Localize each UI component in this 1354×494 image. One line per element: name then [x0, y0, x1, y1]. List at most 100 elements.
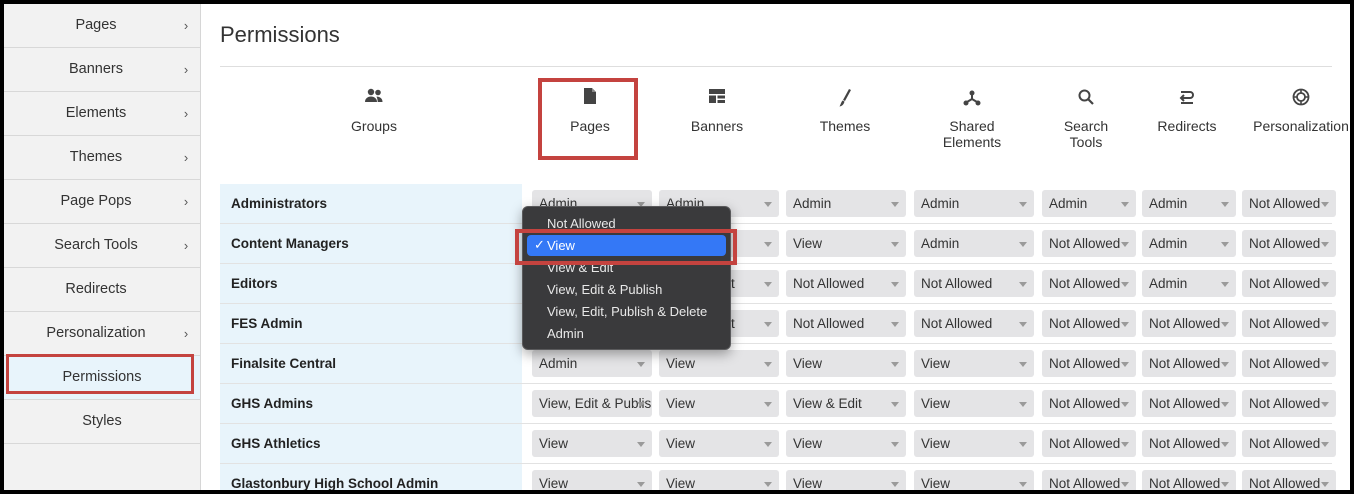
group-name: GHS Admins	[220, 384, 522, 423]
permission-select-themes[interactable]: View	[786, 470, 906, 490]
permission-select-personalization[interactable]: Not Allowed	[1242, 470, 1336, 490]
permission-select-search-tools[interactable]: Not Allowed	[1042, 310, 1136, 337]
permission-select-search-tools[interactable]: Not Allowed	[1042, 390, 1136, 417]
banner-icon	[672, 88, 762, 112]
sidebar-item-styles[interactable]: Styles	[4, 400, 200, 444]
select-value: View	[921, 436, 951, 451]
chevron-down-icon	[1221, 322, 1229, 327]
permission-select-personalization[interactable]: Not Allowed	[1242, 430, 1336, 457]
permission-select-banners[interactable]: View	[659, 470, 779, 490]
sidebar-item-label: Search Tools	[54, 237, 138, 253]
dropdown-option-view-edit-publish[interactable]: View, Edit & Publish	[547, 282, 662, 297]
chevron-down-icon	[1221, 482, 1229, 487]
column-label: Shared	[949, 118, 995, 134]
permission-select-themes[interactable]: Not Allowed	[786, 310, 906, 337]
chevron-down-icon	[1121, 322, 1129, 327]
chevron-down-icon	[1121, 442, 1129, 447]
permission-select-personalization[interactable]: Not Allowed	[1242, 270, 1336, 297]
chevron-down-icon	[1221, 362, 1229, 367]
permission-select-redirects[interactable]: Not Allowed	[1142, 310, 1236, 337]
permission-select-themes[interactable]: Not Allowed	[786, 270, 906, 297]
permission-select-shared-elements[interactable]: Admin	[914, 230, 1034, 257]
permission-select-shared-elements[interactable]: View	[914, 430, 1034, 457]
sidebar-item-search-tools[interactable]: Search Tools ›	[4, 224, 200, 268]
table-row: FES AdminView & EditView & EditNot Allow…	[220, 304, 1336, 344]
permission-select-banners[interactable]: View	[659, 390, 779, 417]
permission-select-personalization[interactable]: Not Allowed	[1242, 190, 1336, 217]
sidebar-item-label: Page Pops	[60, 193, 132, 209]
permission-select-redirects[interactable]: Not Allowed	[1142, 350, 1236, 377]
dropdown-option-admin[interactable]: Admin	[547, 326, 584, 341]
page-title: Permissions	[220, 22, 340, 47]
permission-select-pages[interactable]: Admin	[532, 350, 652, 377]
search-icon	[1041, 88, 1131, 112]
permission-select-shared-elements[interactable]: View	[914, 350, 1034, 377]
permission-select-search-tools[interactable]: Not Allowed	[1042, 230, 1136, 257]
sidebar-item-themes[interactable]: Themes ›	[4, 136, 200, 180]
chevron-down-icon	[1019, 362, 1027, 367]
chevron-down-icon	[1019, 402, 1027, 407]
permission-select-shared-elements[interactable]: Not Allowed	[914, 310, 1034, 337]
sidebar-item-label: Banners	[68, 61, 123, 77]
permission-select-shared-elements[interactable]: Admin	[914, 190, 1034, 217]
permission-select-themes[interactable]: View & Edit	[786, 390, 906, 417]
table-row: GHS Admins View, Edit & Publish View View &…	[220, 384, 1336, 424]
groups-icon	[324, 88, 424, 112]
permission-select-redirects[interactable]: Admin	[1142, 190, 1236, 217]
permission-select-banners[interactable]: View	[659, 430, 779, 457]
personalization-icon	[1246, 88, 1350, 112]
permission-select-themes[interactable]: Admin	[786, 190, 906, 217]
select-value: Admin	[793, 196, 832, 211]
chevron-down-icon	[891, 402, 899, 407]
permission-select-search-tools[interactable]: Not Allowed	[1042, 350, 1136, 377]
chevron-down-icon	[764, 402, 772, 407]
chevron-right-icon: ›	[183, 106, 189, 121]
permission-select-pages[interactable]: View, Edit & Publish	[532, 390, 652, 417]
permission-select-pages[interactable]: View	[532, 470, 652, 490]
permission-select-shared-elements[interactable]: Not Allowed	[914, 270, 1034, 297]
permission-select-search-tools[interactable]: Admin	[1042, 190, 1136, 217]
permission-select-search-tools[interactable]: Not Allowed	[1042, 470, 1136, 490]
permission-select-redirects[interactable]: Admin	[1142, 270, 1236, 297]
column-header-search-tools: Search Tools	[1041, 88, 1131, 150]
chevron-down-icon	[1121, 402, 1129, 407]
sidebar-item-label: Pages	[75, 17, 117, 33]
sidebar-item-banners[interactable]: Banners ›	[4, 48, 200, 92]
column-label: Search	[1063, 118, 1109, 134]
permission-select-pages[interactable]: View	[532, 430, 652, 457]
permission-select-shared-elements[interactable]: View	[914, 390, 1034, 417]
chevron-down-icon	[891, 482, 899, 487]
chevron-right-icon: ›	[183, 238, 189, 253]
permission-select-personalization[interactable]: Not Allowed	[1242, 310, 1336, 337]
sidebar-item-page-pops[interactable]: Page Pops ›	[4, 180, 200, 224]
chevron-down-icon	[764, 282, 772, 287]
select-value: Not Allowed	[921, 276, 993, 291]
permission-select-search-tools[interactable]: Not Allowed	[1042, 430, 1136, 457]
sidebar-item-personalization[interactable]: Personalization ›	[4, 312, 200, 356]
permission-select-personalization[interactable]: Not Allowed	[1242, 390, 1336, 417]
chevron-down-icon	[891, 282, 899, 287]
permission-select-themes[interactable]: View	[786, 350, 906, 377]
permission-select-themes[interactable]: View	[786, 230, 906, 257]
permission-select-banners[interactable]: View	[659, 350, 779, 377]
permission-select-search-tools[interactable]: Not Allowed	[1042, 270, 1136, 297]
chevron-down-icon	[1121, 482, 1129, 487]
group-name: Glastonbury High School Admin	[220, 464, 522, 490]
permission-select-personalization[interactable]: Not Allowed	[1242, 230, 1336, 257]
dropdown-option-view-edit-publish-delete[interactable]: View, Edit, Publish & Delete	[547, 304, 707, 319]
sidebar-item-redirects[interactable]: Redirects	[4, 268, 200, 312]
permission-select-shared-elements[interactable]: View	[914, 470, 1034, 490]
permission-select-personalization[interactable]: Not Allowed	[1242, 350, 1336, 377]
permission-select-redirects[interactable]: Admin	[1142, 230, 1236, 257]
permission-select-redirects[interactable]: Not Allowed	[1142, 430, 1236, 457]
sidebar-item-elements[interactable]: Elements ›	[4, 92, 200, 136]
permission-select-redirects[interactable]: Not Allowed	[1142, 470, 1236, 490]
redirect-icon	[1142, 88, 1232, 112]
group-name: GHS Athletics	[220, 424, 522, 463]
select-value: View	[666, 476, 696, 490]
permission-select-redirects[interactable]: Not Allowed	[1142, 390, 1236, 417]
chevron-down-icon	[891, 442, 899, 447]
permission-select-themes[interactable]: View	[786, 430, 906, 457]
sidebar-item-pages[interactable]: Pages ›	[4, 4, 200, 48]
highlight-box-permissions	[6, 354, 194, 394]
